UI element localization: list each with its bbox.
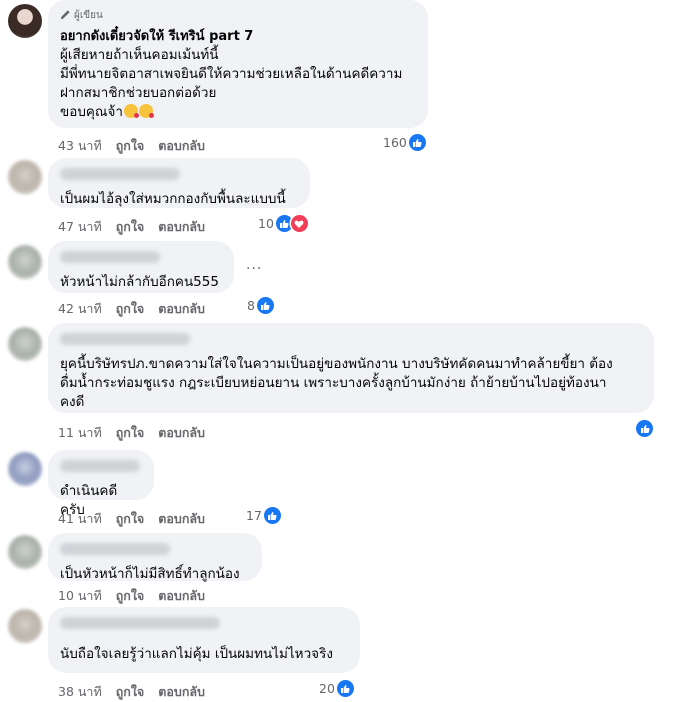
- kiss-emoji-icon: [138, 104, 154, 118]
- comment-time[interactable]: 42 นาที: [58, 299, 102, 319]
- comment-text: เป็นผมไอ้ลุงใส่หมวกกองกับพื้นละแบบนี้: [60, 191, 286, 207]
- comment-text: นับถือใจเลยรู้ว่าแลกไม่คุ้ม เป็นผมทนไม่ไ…: [60, 646, 333, 662]
- comment-bubble: เป็นผมไอ้ลุงใส่หมวกกองกับพื้นละแบบนี้: [48, 158, 310, 208]
- like-button[interactable]: ถูกใจ: [116, 682, 145, 702]
- reply-button[interactable]: ตอบกลับ: [158, 299, 205, 319]
- like-button[interactable]: ถูกใจ: [116, 299, 145, 319]
- like-button[interactable]: ถูกใจ: [116, 423, 145, 443]
- avatar[interactable]: [8, 4, 42, 38]
- avatar[interactable]: [8, 535, 42, 569]
- thumbs-up-icon: [336, 680, 354, 697]
- comment-bubble: นับถือใจเลยรู้ว่าแลกไม่คุ้ม เป็นผมทนไม่ไ…: [48, 607, 360, 673]
- avatar[interactable]: [8, 609, 42, 643]
- like-button[interactable]: ถูกใจ: [116, 586, 145, 606]
- like-button[interactable]: ถูกใจ: [116, 509, 145, 529]
- reaction-count-value: 160: [383, 135, 407, 150]
- like-button[interactable]: ถูกใจ: [116, 136, 145, 156]
- reaction-count[interactable]: 8: [247, 297, 274, 314]
- author-name[interactable]: อยากดังเดี๋ยวจัดให้ รีเทริน์ part 7: [60, 25, 416, 46]
- reply-button[interactable]: ตอบกลับ: [158, 217, 205, 237]
- author-name-blurred: [60, 460, 140, 472]
- comment-text: เป็นหัวหน้าก็ไม่มีสิทธิ์ทำลูกน้อง: [60, 566, 240, 582]
- comment-actions: 10 นาที ถูกใจ ตอบกลับ: [58, 586, 205, 606]
- comment-bubble: ผู้เขียน อยากดังเดี๋ยวจัดให้ รีเทริน์ pa…: [48, 0, 428, 128]
- pencil-icon: [60, 9, 71, 23]
- more-options-icon[interactable]: ...: [246, 257, 262, 273]
- author-name-blurred: [60, 168, 180, 180]
- comment-time[interactable]: 43 นาที: [58, 136, 102, 156]
- author-badge: ผู้เขียน: [60, 8, 416, 23]
- author-name-blurred: [60, 543, 170, 555]
- comment-bubble: ดำเนินคดีครับ: [48, 450, 154, 518]
- avatar[interactable]: [8, 245, 42, 279]
- comment-actions: 11 นาที ถูกใจ ตอบกลับ: [58, 423, 205, 443]
- comment-text: ผู้เสียหายถ้าเห็นคอมเม้นท์นี้ มีพี่ทนายจ…: [60, 47, 403, 120]
- author-name-blurred: [60, 617, 220, 629]
- reply-button[interactable]: ตอบกลับ: [158, 586, 205, 606]
- reaction-count[interactable]: 160: [383, 134, 426, 151]
- kiss-emoji-icon: [123, 104, 139, 118]
- reply-button[interactable]: ตอบกลับ: [158, 509, 205, 529]
- avatar[interactable]: [8, 327, 42, 361]
- reaction-count[interactable]: 17: [246, 507, 281, 524]
- comment-bubble: เป็นหัวหน้าก็ไม่มีสิทธิ์ทำลูกน้อง: [48, 533, 262, 582]
- comment-time[interactable]: 10 นาที: [58, 586, 102, 606]
- thumbs-up-icon: [408, 134, 426, 151]
- reaction-count-value: 20: [319, 681, 335, 696]
- author-tag-label: ผู้เขียน: [74, 10, 103, 21]
- reaction-count-value: 17: [246, 508, 262, 523]
- thumbs-up-icon: [256, 297, 274, 314]
- comment-time[interactable]: 11 นาที: [58, 423, 102, 443]
- comment-time[interactable]: 41 นาที: [58, 509, 102, 529]
- reply-button[interactable]: ตอบกลับ: [158, 136, 205, 156]
- comment-actions: 47 นาที ถูกใจ ตอบกลับ: [58, 217, 205, 237]
- comment-time[interactable]: 38 นาที: [58, 682, 102, 702]
- comment-bubble: ยุคนี้บริษัทรปภ.ขาดความใส่ใจในความเป็นอย…: [48, 323, 654, 413]
- comment-actions: 43 นาที ถูกใจ ตอบกลับ: [58, 136, 205, 156]
- heart-icon: [290, 215, 308, 232]
- reaction-count-value: 10: [258, 216, 274, 231]
- reaction-count-value: 8: [247, 298, 255, 313]
- reaction-count[interactable]: 20: [319, 680, 354, 697]
- reaction-icon[interactable]: [636, 420, 653, 437]
- comment-bubble: หัวหน้าไม่กล้ากับอีกคน555: [48, 241, 234, 293]
- author-name-blurred: [60, 251, 160, 263]
- like-button[interactable]: ถูกใจ: [116, 217, 145, 237]
- thumbs-up-icon: [636, 420, 653, 437]
- reply-button[interactable]: ตอบกลับ: [158, 423, 205, 443]
- comment-actions: 41 นาที ถูกใจ ตอบกลับ: [58, 509, 205, 529]
- comment-time[interactable]: 47 นาที: [58, 217, 102, 237]
- comment-actions: 38 นาที ถูกใจ ตอบกลับ: [58, 682, 205, 702]
- comment-text: หัวหน้าไม่กล้ากับอีกคน555: [60, 274, 219, 290]
- reaction-count[interactable]: 10: [258, 215, 308, 232]
- avatar[interactable]: [8, 452, 42, 486]
- author-name-blurred: [60, 333, 190, 345]
- avatar[interactable]: [8, 160, 42, 194]
- comment-actions: 42 นาที ถูกใจ ตอบกลับ: [58, 299, 205, 319]
- comment-text: ยุคนี้บริษัทรปภ.ขาดความใส่ใจในความเป็นอย…: [60, 356, 613, 410]
- reply-button[interactable]: ตอบกลับ: [158, 682, 205, 702]
- thumbs-up-icon: [263, 507, 281, 524]
